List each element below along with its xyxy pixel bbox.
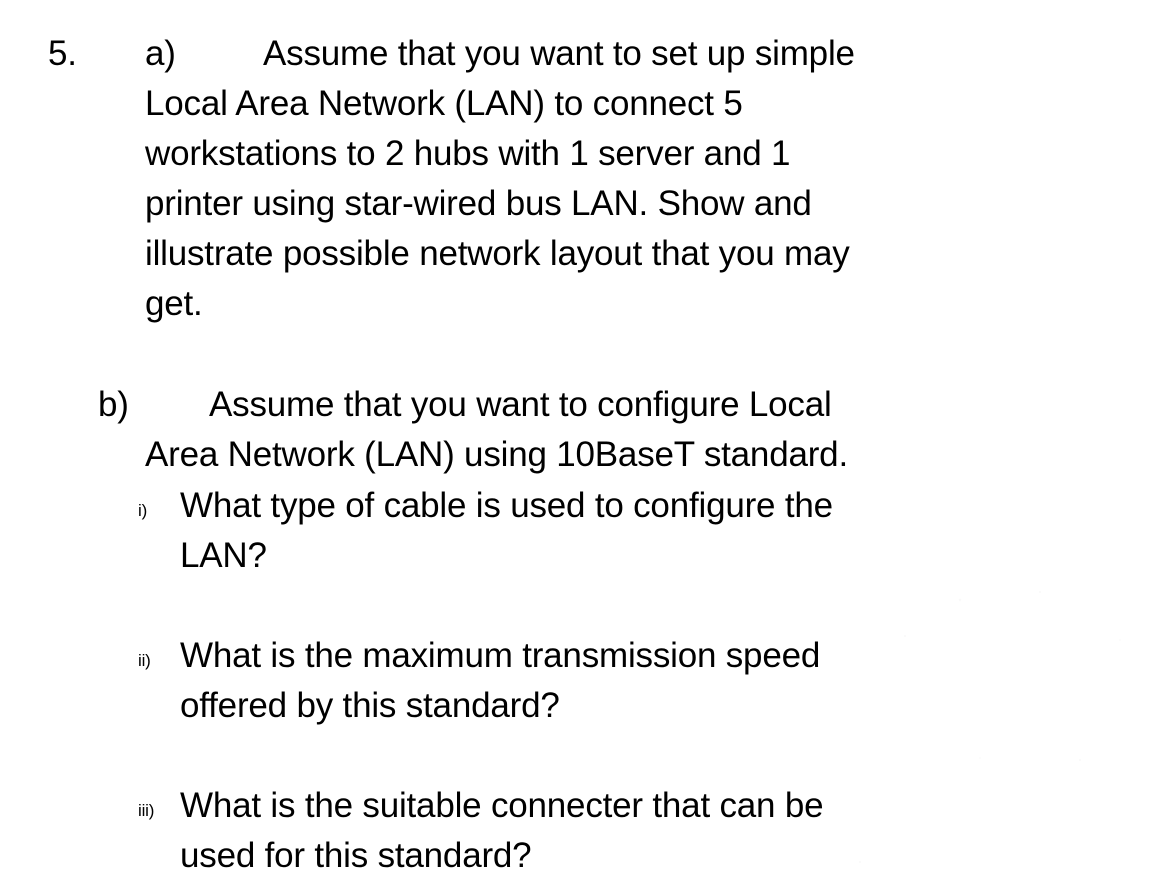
part-a-line-3: workstations to 2 hubs with 1 server and…: [145, 134, 791, 173]
subitem-ii-line-2: offered by this standard?: [180, 686, 560, 725]
question-number: 5.: [48, 34, 77, 73]
subitem-ii-marker: ii): [138, 651, 151, 670]
question-part-a: a) Assume that you want to set up simple …: [145, 29, 1033, 329]
part-a-line-6: get.: [145, 284, 203, 323]
part-a-line-1: a) Assume that you want to set up simple: [145, 29, 1033, 79]
part-a-line-2: Local Area Network (LAN) to connect 5: [145, 84, 743, 123]
part-b-label: b): [98, 385, 129, 424]
subitem-ii: ii) What is the maximum transmission spe…: [138, 631, 1033, 731]
subitem-iii-line-1: What is the suitable connecter that can …: [180, 786, 824, 825]
part-b-text-line-1: Assume that you want to configure Local: [209, 385, 832, 424]
part-b-line-2: Area Network (LAN) using 10BaseT standar…: [145, 435, 848, 474]
part-b-body: b) Assume that you want to configure Loca…: [98, 380, 1033, 480]
document-page: 5. a) Assume that you want to set up simp…: [0, 0, 1170, 884]
subitem-i-line-2: LAN?: [180, 536, 267, 575]
question-part-b: b) Assume that you want to configure Loca…: [98, 380, 1033, 480]
subitem-iii: iii) What is the suitable connecter that…: [138, 781, 1033, 881]
part-a-line-4: printer using star-wired bus LAN. Show a…: [145, 184, 812, 223]
subitem-iii-text: What is the suitable connecter that can …: [180, 781, 1033, 881]
subitem-iii-marker: iii): [138, 801, 155, 820]
part-a-label: a): [145, 34, 176, 73]
part-a-line-5: illustrate possible network layout that …: [145, 234, 850, 273]
subitem-i-marker: i): [138, 501, 148, 520]
subitem-ii-line-1: What is the maximum transmission speed: [180, 636, 821, 675]
subitem-i-text: What type of cable is used to configure …: [180, 481, 1033, 581]
subitem-iii-line-2: used for this standard?: [180, 836, 532, 875]
part-a-text-line-1: Assume that you want to set up simple: [263, 34, 855, 73]
subitem-i-line-1: What type of cable is used to configure …: [180, 486, 833, 525]
part-a-body: a) Assume that you want to set up simple …: [145, 29, 1033, 329]
subitem-ii-text: What is the maximum transmission speed o…: [180, 631, 1033, 731]
part-b-line-1: b) Assume that you want to configure Loca…: [98, 380, 1033, 430]
subitem-i: i) What type of cable is used to configu…: [138, 481, 1033, 581]
